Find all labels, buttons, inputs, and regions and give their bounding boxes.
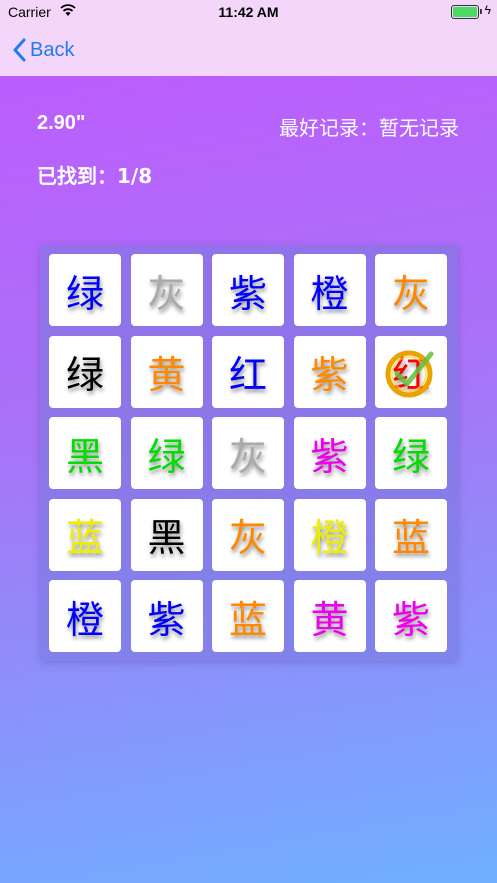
grid-cell[interactable]: 紫 [293, 417, 366, 489]
cell-character: 黄 [147, 353, 186, 397]
grid-cell[interactable]: 黑 [49, 417, 121, 489]
grid-cell[interactable]: 红 [375, 335, 447, 408]
cell-character: 蓝 [391, 516, 430, 560]
status-bar: Carrier 11:42 AM ϟ [0, 0, 497, 24]
charging-icon: ϟ [484, 3, 491, 17]
cell-character: 紫 [147, 597, 186, 642]
cell-character: 黑 [147, 516, 186, 560]
grid-cell[interactable]: 绿 [49, 254, 121, 326]
grid-cell[interactable]: 绿 [49, 335, 121, 408]
grid-cell[interactable]: 蓝 [375, 498, 447, 571]
cell-character: 绿 [65, 353, 104, 397]
cell-character: 红 [228, 353, 267, 397]
cell-character: 紫 [391, 597, 430, 642]
cell-character: 灰 [228, 434, 267, 479]
grid-cell[interactable]: 绿 [130, 417, 203, 489]
found-count: 已找到：1/8 [37, 164, 153, 188]
grid-cell[interactable]: 紫 [130, 580, 203, 652]
cell-character: 灰 [228, 516, 267, 560]
cell-character: 紫 [310, 353, 349, 397]
cell-character: 橙 [310, 516, 349, 560]
grid-cell[interactable]: 黄 [293, 580, 366, 652]
grid-cell[interactable]: 橙 [293, 498, 366, 571]
back-label: Back [30, 38, 75, 61]
cell-character: 绿 [391, 434, 430, 479]
battery-icon [451, 5, 482, 19]
cell-character: 灰 [147, 271, 186, 316]
cell-character: 橙 [310, 271, 349, 316]
grid-cell[interactable]: 蓝 [49, 498, 121, 571]
grid-cell[interactable]: 蓝 [212, 580, 284, 652]
game-board: 绿灰紫橙灰绿黄红紫红黑绿灰紫绿蓝黑灰橙蓝橙紫蓝黄紫 [40, 245, 458, 661]
cell-character: 绿 [147, 434, 186, 479]
cell-character: 黑 [65, 434, 104, 479]
back-button[interactable]: Back [12, 34, 74, 66]
clock: 11:42 AM [218, 4, 279, 20]
grid-cell[interactable]: 绿 [375, 417, 447, 489]
grid-cell[interactable]: 橙 [49, 580, 121, 652]
cell-character: 灰 [391, 271, 430, 316]
elapsed-time: 2.90" [37, 112, 86, 134]
grid-cell[interactable]: 灰 [130, 254, 203, 326]
cell-character: 黄 [310, 597, 349, 642]
cell-character: 红 [391, 353, 430, 397]
grid-cell[interactable]: 橙 [293, 254, 366, 326]
cell-character: 蓝 [228, 597, 267, 642]
grid-cell[interactable]: 灰 [212, 498, 284, 571]
cell-character: 紫 [310, 434, 349, 479]
cell-character: 紫 [228, 271, 267, 316]
navigation-bar: Back [0, 24, 497, 76]
grid-cell[interactable]: 紫 [212, 254, 284, 326]
grid-cell[interactable]: 黑 [130, 498, 203, 571]
grid-cell[interactable]: 紫 [375, 580, 447, 652]
grid-cell[interactable]: 灰 [212, 417, 284, 489]
cell-character: 蓝 [65, 516, 104, 560]
cell-character: 绿 [65, 271, 104, 316]
grid-cell[interactable]: 紫 [293, 335, 366, 408]
grid-cell[interactable]: 灰 [375, 254, 447, 326]
cell-character: 橙 [65, 597, 104, 642]
best-record: 最好记录：暂无记录 [279, 116, 459, 140]
grid-cell[interactable]: 黄 [130, 335, 203, 408]
grid-cell[interactable]: 红 [212, 335, 284, 408]
chevron-left-icon [13, 38, 26, 62]
